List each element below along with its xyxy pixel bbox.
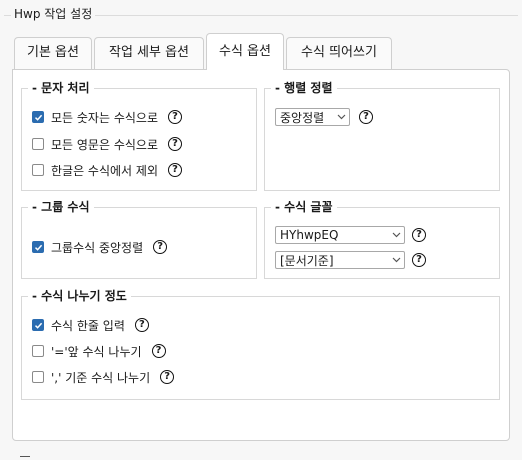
formula-font-title: - 수식 글꼴 xyxy=(271,199,337,215)
checkmark-icon xyxy=(34,244,42,251)
formula-font-base-value: [문서기준] xyxy=(280,253,334,268)
option-label: '='앞 수식 나누기 xyxy=(51,344,142,359)
formula-font-select[interactable]: HYhwpEQ xyxy=(275,226,405,244)
question-circle-icon[interactable]: ? xyxy=(168,110,182,124)
option-single-line-input[interactable]: 수식 한줄 입력 ? xyxy=(32,315,149,335)
checkmark-icon xyxy=(34,322,42,329)
checkbox-split-before-equals[interactable] xyxy=(32,345,44,357)
question-circle-icon[interactable]: ? xyxy=(134,318,149,332)
char-processing-title: - 문자 처리 xyxy=(28,80,94,96)
chevron-down-icon xyxy=(388,257,404,263)
matrix-align-select[interactable]: 중앙정렬 xyxy=(275,108,350,126)
formula-font-group: - 수식 글꼴 HYhwpEQ ? [문서기준] ? xyxy=(264,199,500,279)
chevron-down-icon xyxy=(388,232,404,238)
option-label: 그룹수식 중앙정렬 xyxy=(51,240,144,255)
option-label: 수식 한줄 입력 xyxy=(51,318,125,333)
tab-basic-options[interactable]: 기본 옵션 xyxy=(14,37,92,69)
option-label: ',' 기준 수식 나누기 xyxy=(51,370,151,385)
checkbox-split-by-comma[interactable] xyxy=(32,371,44,383)
divider xyxy=(20,456,30,457)
option-split-before-equals[interactable]: '='앞 수식 나누기 ? xyxy=(32,341,166,361)
split-level-title: - 수식 나누기 정도 xyxy=(28,288,131,304)
tab-formula-spacing[interactable]: 수식 띄어쓰기 xyxy=(286,37,392,69)
option-label: 모든 숫자는 수식으로 xyxy=(51,110,158,125)
formula-font-value: HYhwpEQ xyxy=(280,228,339,242)
formula-font-base-select[interactable]: [문서기준] xyxy=(275,251,405,269)
formula-options-panel: - 문자 처리 모든 숫자는 수식으로 ? 모든 영문은 수식으로 ? 한글은 … xyxy=(12,69,510,441)
chevron-down-icon xyxy=(333,114,349,120)
dialog-title: Hwp 작업 설정 xyxy=(11,5,96,22)
question-circle-icon[interactable]: ? xyxy=(151,344,166,358)
option-all-numbers-formula[interactable]: 모든 숫자는 수식으로 ? xyxy=(32,107,182,127)
group-formula-title: - 그룹 수식 xyxy=(28,199,94,215)
checkbox-single-line-input[interactable] xyxy=(32,319,44,331)
option-label: 한글은 수식에서 제외 xyxy=(51,163,158,178)
checkmark-icon xyxy=(34,114,42,121)
question-circle-icon[interactable]: ? xyxy=(168,163,182,177)
question-circle-icon[interactable]: ? xyxy=(168,137,182,151)
question-circle-icon[interactable]: ? xyxy=(412,253,426,267)
checkbox-exclude-korean[interactable] xyxy=(32,164,44,176)
question-circle-icon[interactable]: ? xyxy=(160,370,175,384)
char-processing-group: - 문자 처리 모든 숫자는 수식으로 ? 모든 영문은 수식으로 ? 한글은 … xyxy=(21,80,257,191)
matrix-align-value: 중앙정렬 xyxy=(280,110,325,125)
checkbox-group-center-align[interactable] xyxy=(32,241,44,253)
matrix-align-group: - 행렬 정렬 중앙정렬 ? xyxy=(264,80,500,191)
option-all-english-formula[interactable]: 모든 영문은 수식으로 ? xyxy=(32,134,182,154)
option-exclude-korean[interactable]: 한글은 수식에서 제외 ? xyxy=(32,160,182,180)
matrix-align-title: - 행렬 정렬 xyxy=(271,80,337,96)
tab-formula-options[interactable]: 수식 옵션 xyxy=(206,33,284,70)
group-formula-group: - 그룹 수식 그룹수식 중앙정렬 ? xyxy=(21,199,257,279)
option-split-by-comma[interactable]: ',' 기준 수식 나누기 ? xyxy=(32,367,175,387)
question-circle-icon[interactable]: ? xyxy=(359,110,373,124)
option-label: 모든 영문은 수식으로 xyxy=(51,137,158,152)
split-level-group: - 수식 나누기 정도 수식 한줄 입력 ? '='앞 수식 나누기 ? ','… xyxy=(21,288,500,400)
tab-work-detail-options[interactable]: 작업 세부 옵션 xyxy=(94,37,204,69)
checkbox-all-numbers-formula[interactable] xyxy=(32,111,44,123)
option-group-center-align[interactable]: 그룹수식 중앙정렬 ? xyxy=(32,237,168,257)
question-circle-icon[interactable]: ? xyxy=(153,240,168,254)
checkbox-all-english-formula[interactable] xyxy=(32,138,44,150)
question-circle-icon[interactable]: ? xyxy=(412,228,426,242)
